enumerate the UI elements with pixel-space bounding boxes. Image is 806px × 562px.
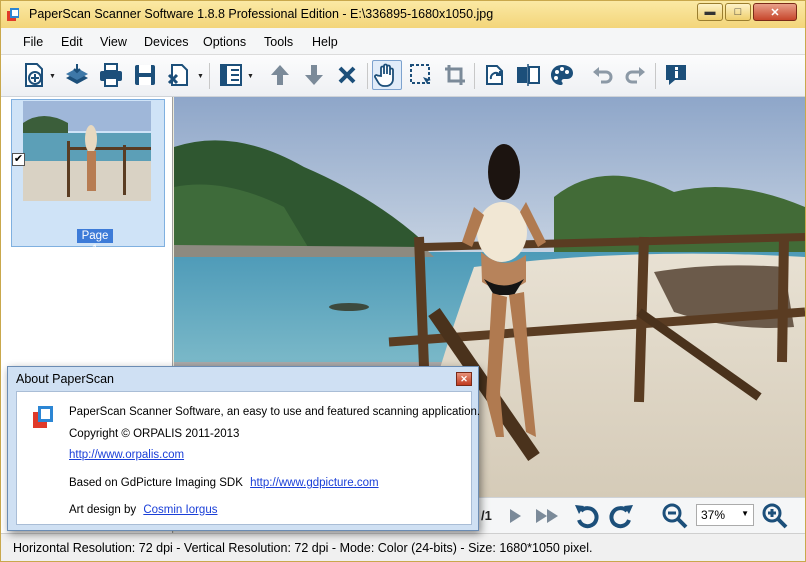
last-page-button[interactable] xyxy=(532,502,562,530)
website-link[interactable]: http://www.orpalis.com xyxy=(69,449,184,461)
art-credit: Art design by Cosmin Iorgus xyxy=(69,504,217,516)
dialog-title: About PaperScan xyxy=(16,372,114,386)
select-area-icon[interactable] xyxy=(406,60,436,90)
zoom-out-icon xyxy=(662,503,688,529)
remove-icon[interactable] xyxy=(332,60,362,90)
undo-icon[interactable] xyxy=(587,60,617,90)
menu-tools[interactable]: Tools xyxy=(264,35,293,49)
page-thumbnail-image[interactable] xyxy=(23,101,151,201)
dialog-body: PaperScan Scanner Software, an easy to u… xyxy=(16,391,480,525)
sdk-credit: Based on GdPicture Imaging SDK http://ww… xyxy=(69,477,379,489)
about-copyright: Copyright © ORPALIS 2011-2013 xyxy=(69,428,240,440)
rotate-icon[interactable] xyxy=(479,60,509,90)
thumbnail-label: Page 1 xyxy=(77,229,113,256)
menu-options[interactable]: Options xyxy=(203,35,246,49)
status-text: Horizontal Resolution: 72 dpi - Vertical… xyxy=(13,541,593,555)
info-icon[interactable] xyxy=(661,60,691,90)
chevron-down-icon: ▼ xyxy=(741,509,749,518)
menu-help[interactable]: Help xyxy=(312,35,338,49)
fast-forward-icon xyxy=(536,509,558,523)
maximize-button[interactable]: □ xyxy=(725,3,751,21)
menu-view[interactable]: View xyxy=(100,35,127,49)
next-page-button[interactable] xyxy=(500,502,530,530)
hand-tool-icon[interactable] xyxy=(372,60,402,90)
rotate-right-icon xyxy=(609,505,633,529)
layout-dropdown-icon[interactable]: ▼ xyxy=(247,73,254,80)
layout-icon[interactable] xyxy=(216,60,246,90)
menu-devices[interactable]: Devices xyxy=(144,35,188,49)
about-description: PaperScan Scanner Software, an easy to u… xyxy=(69,406,481,418)
batch-scan-icon[interactable] xyxy=(62,60,92,90)
close-button[interactable]: ✕ xyxy=(753,3,797,21)
flip-icon[interactable] xyxy=(513,60,543,90)
zoom-in-icon xyxy=(762,503,788,529)
new-page-icon[interactable] xyxy=(19,60,49,90)
redo-icon[interactable] xyxy=(621,60,651,90)
art-link[interactable]: Cosmin Iorgus xyxy=(143,504,217,516)
zoom-select[interactable]: 37% ▼ xyxy=(696,504,754,526)
zoom-in-button[interactable] xyxy=(760,502,790,530)
delete-page-icon[interactable] xyxy=(164,60,194,90)
toolbar: ▼ ▼ ▼ xyxy=(1,55,805,97)
toolbar-separator xyxy=(655,63,656,89)
toolbar-separator xyxy=(474,63,475,89)
sdk-prefix: Based on GdPicture Imaging SDK xyxy=(69,477,243,489)
crop-icon[interactable] xyxy=(440,60,470,90)
window-title: PaperScan Scanner Software 1.8.8 Profess… xyxy=(29,7,494,21)
rotate-left-icon xyxy=(575,505,599,529)
dialog-close-button[interactable]: ✕ xyxy=(456,372,472,386)
move-up-icon[interactable] xyxy=(265,60,295,90)
zoom-out-button[interactable] xyxy=(660,502,690,530)
app-window: PaperScan Scanner Software 1.8.8 Profess… xyxy=(0,0,806,562)
status-bar: Horizontal Resolution: 72 dpi - Vertical… xyxy=(1,533,805,561)
paperscan-logo-icon xyxy=(33,406,53,428)
toolbar-separator xyxy=(209,63,210,89)
sdk-link[interactable]: http://www.gdpicture.com xyxy=(250,477,378,489)
toolbar-separator xyxy=(367,63,368,89)
move-down-icon[interactable] xyxy=(299,60,329,90)
zoom-value: 37% xyxy=(701,508,726,522)
new-page-dropdown-icon[interactable]: ▼ xyxy=(49,73,56,80)
title-bar: PaperScan Scanner Software 1.8.8 Profess… xyxy=(1,1,805,28)
rotate-right-button[interactable] xyxy=(606,502,636,530)
app-logo-icon xyxy=(7,8,19,21)
rotate-left-button[interactable] xyxy=(572,502,602,530)
page-checkbox[interactable]: ✔ xyxy=(12,153,25,166)
menu-file[interactable]: File xyxy=(23,35,43,49)
page-indicator: /1 xyxy=(481,508,492,523)
art-prefix: Art design by xyxy=(69,504,137,516)
print-icon[interactable] xyxy=(96,60,126,90)
minimize-button[interactable]: ▬ xyxy=(697,3,723,21)
next-icon xyxy=(510,509,521,523)
save-icon[interactable] xyxy=(130,60,160,90)
about-dialog: About PaperScan ✕ PaperScan Scanner Soft… xyxy=(7,366,480,531)
color-palette-icon[interactable] xyxy=(547,60,577,90)
menu-edit[interactable]: Edit xyxy=(61,35,83,49)
menu-bar: File Edit View Devices Options Tools Hel… xyxy=(1,28,805,55)
delete-dropdown-icon[interactable]: ▼ xyxy=(197,73,204,80)
